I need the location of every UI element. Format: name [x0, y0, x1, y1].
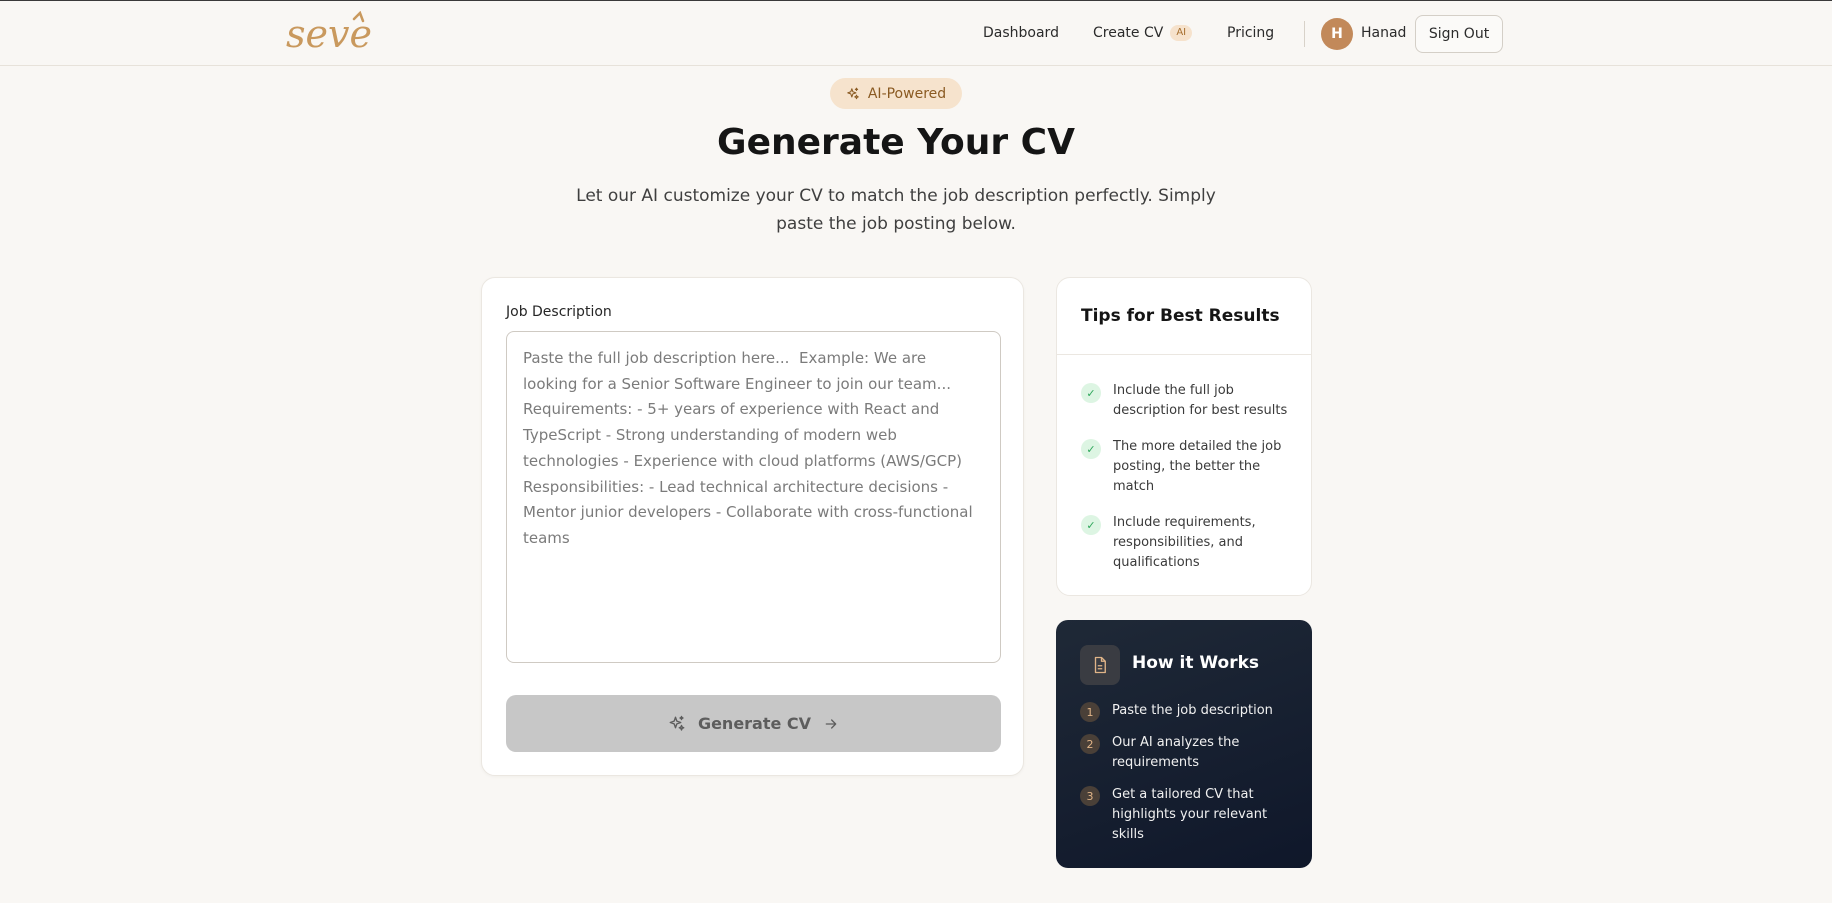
- step-text: Our AI analyzes the requirements: [1112, 735, 1240, 770]
- nav-create-cv-link[interactable]: Create CV AI: [1093, 25, 1193, 41]
- ai-badge: AI: [1170, 25, 1193, 41]
- sparkles-icon: [847, 87, 859, 99]
- tips-divider: [1057, 354, 1311, 355]
- user-name: Hanad: [1361, 25, 1407, 41]
- seve-logo[interactable]: seve: [286, 11, 396, 57]
- job-description-textarea[interactable]: [506, 331, 1001, 663]
- tip-item: ✓ Include requirements, responsibilities…: [1081, 513, 1291, 573]
- step-item: 3 Get a tailored CV that highlights your…: [1080, 785, 1290, 845]
- generate-cv-button[interactable]: Generate CV: [506, 695, 1001, 752]
- top-navbar: seve Dashboard Create CV AI Pricing H Ha…: [0, 1, 1832, 66]
- how-it-works-title: How it Works: [1132, 653, 1260, 673]
- logo-text: seve: [286, 12, 372, 56]
- how-it-works-card: How it Works 1 Paste the job description…: [1056, 620, 1312, 868]
- page-subtitle: Let our AI customize your CV to match th…: [576, 186, 1216, 234]
- tip-item: ✓ The more detailed the job posting, the…: [1081, 437, 1291, 497]
- user-avatar[interactable]: H: [1321, 18, 1353, 50]
- job-description-label: Job Description: [506, 304, 612, 320]
- generate-cv-label: Generate CV: [697, 714, 812, 733]
- check-icon: ✓: [1081, 515, 1101, 535]
- check-icon: ✓: [1081, 439, 1101, 459]
- tip-text: Include requirements, responsibilities, …: [1113, 515, 1256, 570]
- nav-dashboard-link[interactable]: Dashboard: [983, 25, 1059, 41]
- tips-card: Tips for Best Results ✓ Include the full…: [1056, 277, 1312, 596]
- step-number: 3: [1080, 786, 1100, 806]
- document-icon: [1080, 645, 1120, 685]
- step-item: 1 Paste the job description: [1080, 701, 1290, 722]
- step-number: 2: [1080, 734, 1100, 754]
- step-number: 1: [1080, 702, 1100, 722]
- ai-powered-label: AI-Powered: [867, 85, 947, 102]
- tip-item: ✓ Include the full job description for b…: [1081, 381, 1291, 421]
- tip-text: The more detailed the job posting, the b…: [1113, 439, 1282, 494]
- step-text: Paste the job description: [1112, 703, 1273, 718]
- page-title: Generate Your CV: [717, 122, 1075, 163]
- step-text: Get a tailored CV that highlights your r…: [1112, 787, 1268, 842]
- ai-powered-badge: AI-Powered: [830, 78, 962, 109]
- sign-out-button[interactable]: Sign Out: [1415, 15, 1503, 53]
- tips-title: Tips for Best Results: [1081, 306, 1280, 326]
- step-item: 2 Our AI analyzes the requirements: [1080, 733, 1290, 773]
- tip-text: Include the full job description for bes…: [1113, 383, 1288, 418]
- nav-create-cv-label: Create CV: [1093, 25, 1164, 41]
- arrow-right-icon: [825, 718, 837, 729]
- nav-pricing-link[interactable]: Pricing: [1227, 25, 1274, 41]
- sparkles-icon: [669, 715, 685, 731]
- check-icon: ✓: [1081, 383, 1101, 403]
- nav-divider: [1304, 21, 1305, 47]
- job-description-card: Job Description Generate CV: [481, 277, 1024, 776]
